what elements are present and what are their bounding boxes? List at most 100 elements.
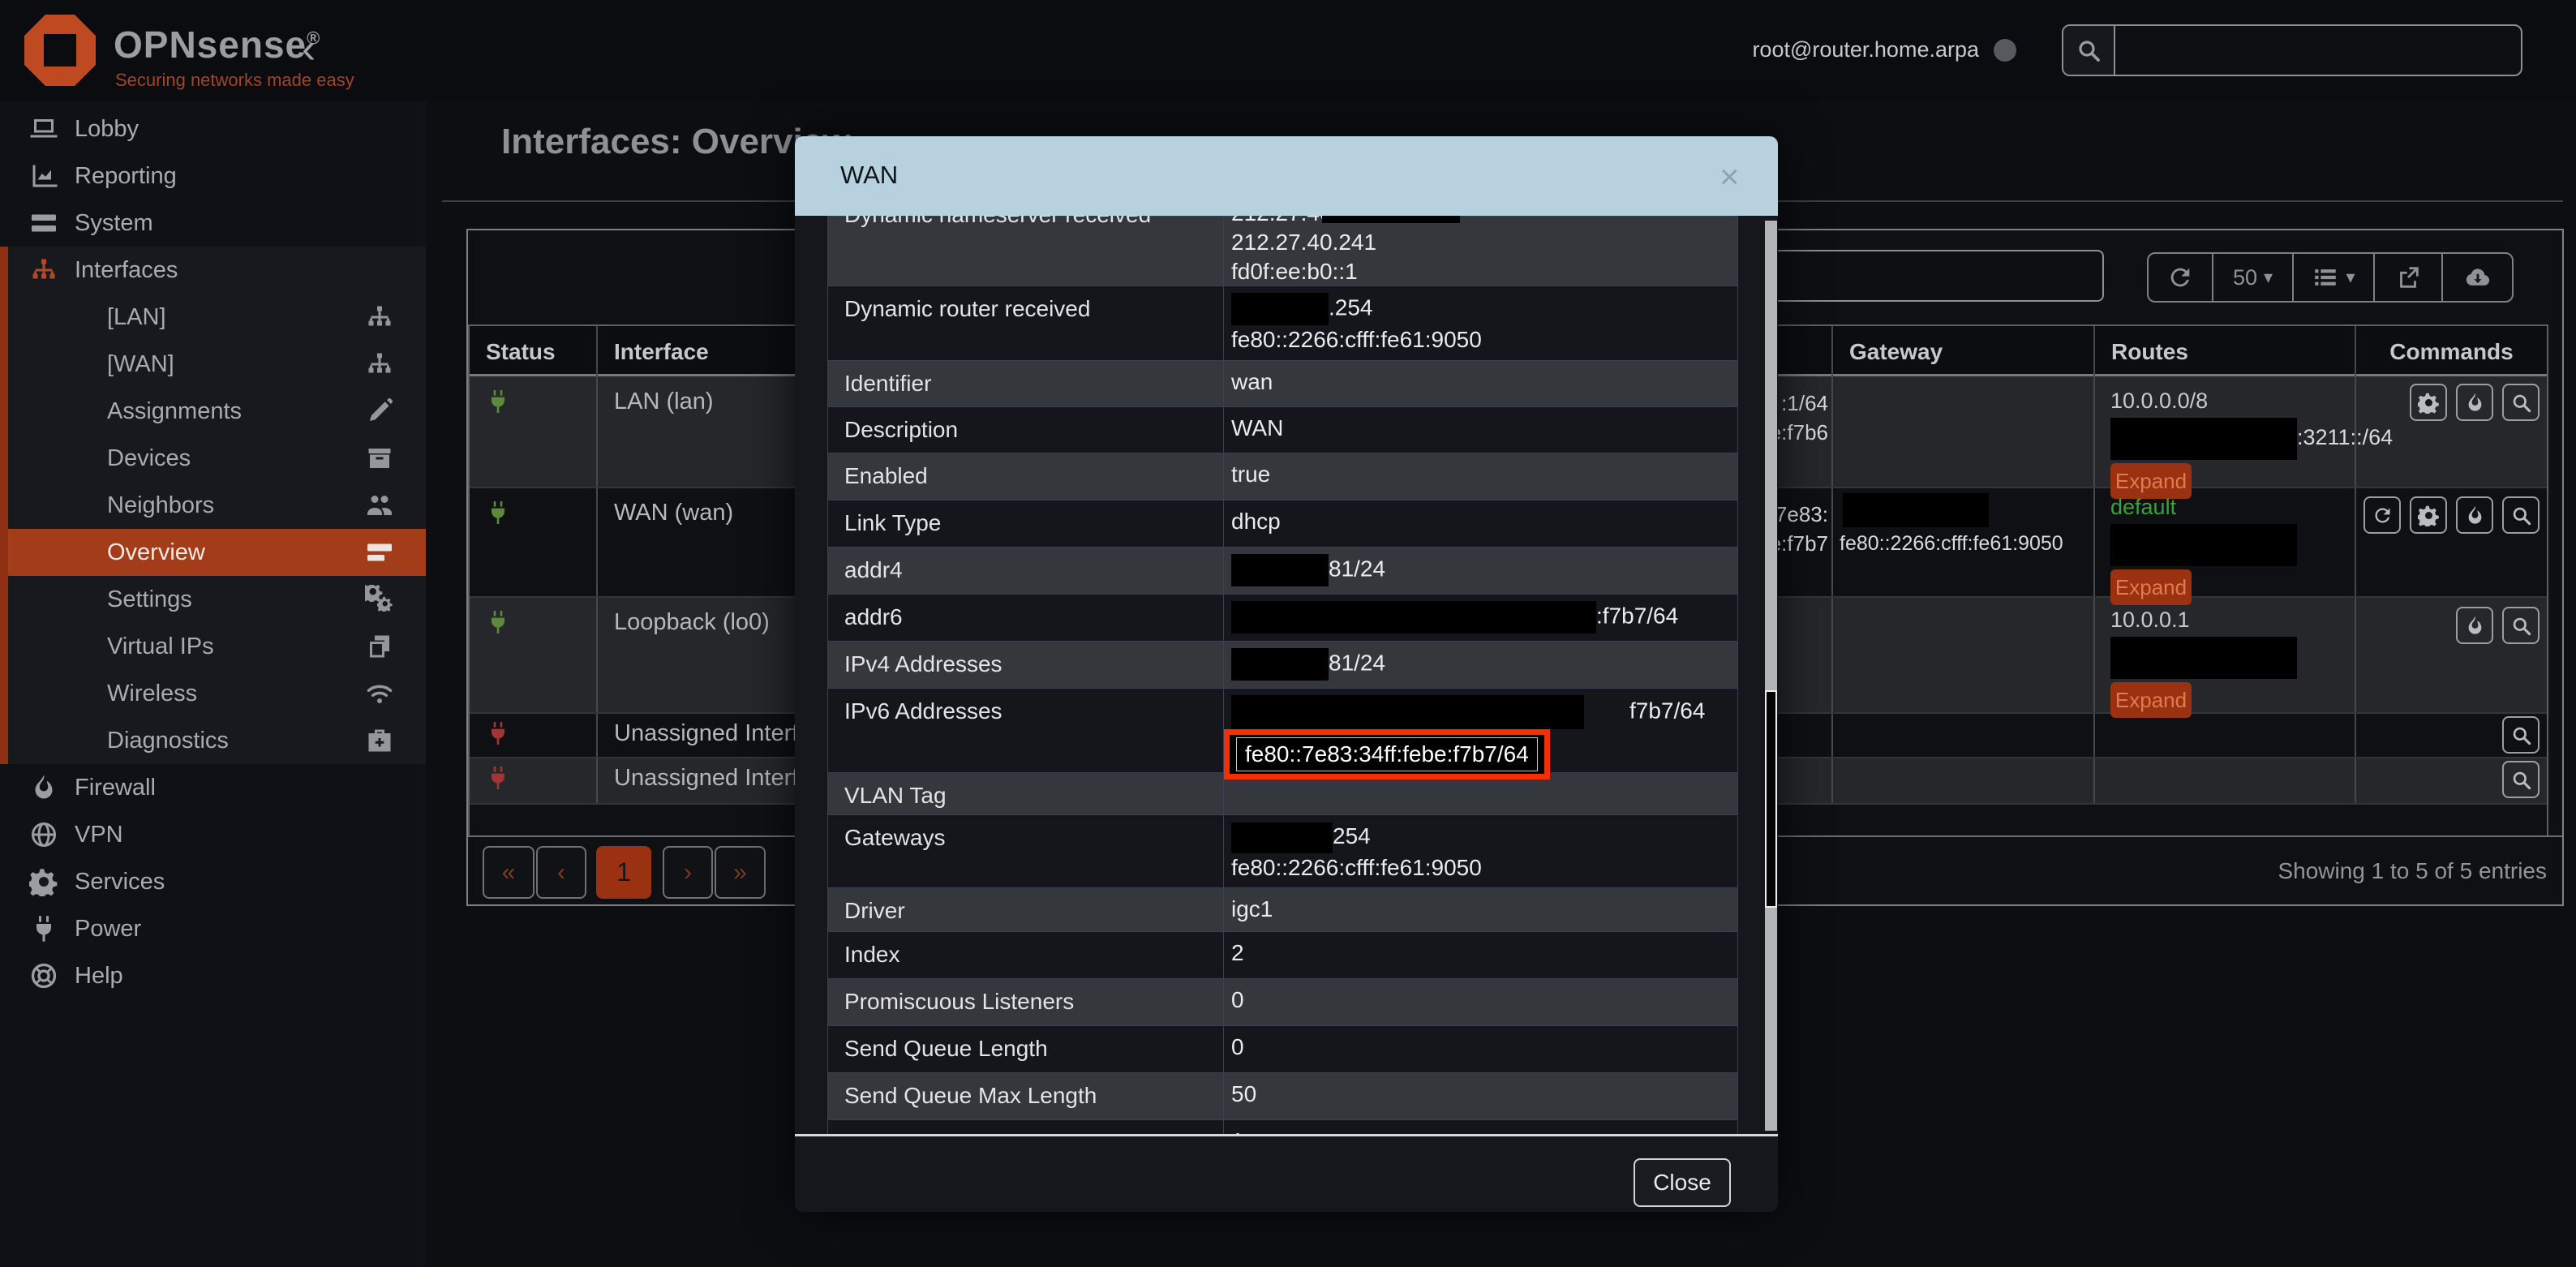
gateway-address: fe80::2266:cfff:fe61:9050 xyxy=(1840,532,2063,556)
routes-cell: 10.0.0.0/8 :3211::/64 Expand xyxy=(2110,387,2393,499)
sidebar-item-devices[interactable]: Devices xyxy=(0,435,426,482)
sidebar-item-virtual-ips[interactable]: Virtual IPs xyxy=(0,623,426,670)
sidebar: Lobby Reporting System Interfaces [LAN] … xyxy=(0,101,426,1267)
sidebar-item-lan[interactable]: [LAN] xyxy=(0,294,426,341)
sidebar-item-vpn[interactable]: VPN xyxy=(0,811,426,858)
plug-icon xyxy=(29,914,58,943)
page-1-button[interactable]: 1 xyxy=(596,846,651,899)
modal-scrollbar-thumb[interactable] xyxy=(1765,690,1777,908)
commands-cell xyxy=(2456,607,2540,644)
details-button[interactable] xyxy=(2502,384,2540,421)
status-up-icon xyxy=(485,609,511,635)
modal-scrollbar-track[interactable] xyxy=(1765,221,1777,1131)
sidebar-item-interfaces[interactable]: Interfaces xyxy=(0,247,426,294)
list-icon xyxy=(2312,264,2339,291)
firewall-rules-button[interactable] xyxy=(2456,384,2493,421)
search-icon xyxy=(2510,392,2532,414)
status-up-icon xyxy=(485,500,511,526)
chart-icon xyxy=(29,161,58,191)
columns-dropdown[interactable]: ▾ xyxy=(2294,254,2375,301)
export-button[interactable] xyxy=(2375,254,2443,301)
table-row: Driver igc1 xyxy=(828,888,1737,932)
sidebar-item-neighbors[interactable]: Neighbors xyxy=(0,482,426,529)
sidebar-item-system[interactable]: System xyxy=(0,200,426,247)
details-button[interactable] xyxy=(2502,496,2540,534)
expand-routes-button[interactable]: Expand xyxy=(2110,569,2192,605)
expand-routes-button[interactable]: Expand xyxy=(2110,682,2192,718)
firewall-rules-button[interactable] xyxy=(2456,607,2493,644)
sidebar-item-reporting[interactable]: Reporting xyxy=(0,152,426,200)
table-row: Send Queue Drops 1 xyxy=(828,1120,1737,1134)
close-icon[interactable]: × xyxy=(1719,157,1740,196)
sidebar-item-settings[interactable]: Settings xyxy=(0,576,426,623)
copy-icon xyxy=(365,632,394,661)
gear-icon xyxy=(2418,392,2440,414)
search-icon xyxy=(2063,26,2115,75)
sidebar-item-overview[interactable]: Overview xyxy=(8,529,426,576)
global-search-input[interactable] xyxy=(2120,29,2513,73)
status-down-icon xyxy=(485,765,511,791)
page-size-dropdown[interactable]: 50▾ xyxy=(2213,254,2294,301)
sidebar-item-help[interactable]: Help xyxy=(0,952,426,999)
sidebar-item-wireless[interactable]: Wireless xyxy=(0,670,426,717)
highlighted-ipv6-box: fe80::7e83:34ff:febe:f7b7/64 xyxy=(1224,729,1550,780)
gear-icon xyxy=(2418,505,2440,526)
page-first-button[interactable]: « xyxy=(483,846,535,899)
commands-cell xyxy=(2502,761,2540,798)
redacted-value xyxy=(1843,493,1989,527)
sidebar-item-firewall[interactable]: Firewall xyxy=(0,764,426,811)
refresh-button[interactable] xyxy=(2149,254,2213,301)
table-row: Index 2 xyxy=(828,932,1737,979)
server-icon xyxy=(29,208,58,238)
sidebar-item-services[interactable]: Services xyxy=(0,858,426,905)
redacted-value xyxy=(1231,601,1596,634)
interface-settings-button[interactable] xyxy=(2410,496,2447,534)
chevron-down-icon: ▾ xyxy=(2264,267,2273,288)
status-up-icon xyxy=(485,389,511,414)
search-icon xyxy=(2510,769,2532,791)
globe-icon xyxy=(29,820,58,849)
topbar: OPNsense® Securing networks made easy ‹ … xyxy=(0,0,2576,101)
firewall-rules-button[interactable] xyxy=(2456,496,2493,534)
showing-entries-text: Showing 1 to 5 of 5 entries xyxy=(2028,858,2547,884)
table-row: Enabled true xyxy=(828,453,1737,500)
details-button[interactable] xyxy=(2502,716,2540,754)
commands-cell xyxy=(2410,384,2540,421)
brand-tagline: Securing networks made easy xyxy=(115,70,354,91)
redacted-value xyxy=(2110,637,2297,679)
page-next-button[interactable]: › xyxy=(663,846,713,899)
sidebar-item-power[interactable]: Power xyxy=(0,905,426,952)
redacted-value xyxy=(2110,524,2297,566)
details-button[interactable] xyxy=(2502,607,2540,644)
user-status-dot xyxy=(1994,39,2016,62)
interface-details-table: Dynamic nameserver received 212.27.40.24… xyxy=(827,216,1738,1134)
redacted-value xyxy=(1231,648,1329,681)
sitemap-icon xyxy=(365,303,394,332)
route-entry: :3211::/64 xyxy=(2297,425,2393,449)
sidebar-item-lobby[interactable]: Lobby xyxy=(0,105,426,152)
download-button[interactable] xyxy=(2443,254,2512,301)
table-row: Send Queue Length 0 xyxy=(828,1026,1737,1073)
sitemap-icon xyxy=(29,256,58,285)
interface-settings-button[interactable] xyxy=(2410,384,2447,421)
share-icon xyxy=(2394,264,2422,291)
close-button[interactable]: Close xyxy=(1634,1158,1731,1207)
routes-cell: 10.0.0.1 Expand xyxy=(2110,606,2297,718)
details-button[interactable] xyxy=(2502,761,2540,798)
gear-icon xyxy=(29,867,58,896)
sidebar-item-diagnostics[interactable]: Diagnostics xyxy=(0,717,426,764)
page-last-button[interactable]: » xyxy=(715,846,766,899)
modal-header: WAN × xyxy=(795,136,1778,216)
table-row: Gateways 254 fe80::2266:cfff:fe61:9050 xyxy=(828,815,1737,888)
reload-interface-button[interactable] xyxy=(2363,496,2401,534)
hdd-icon xyxy=(365,538,394,567)
sidebar-item-assignments[interactable]: Assignments xyxy=(0,388,426,435)
table-row: Dynamic router received .254 fe80::2266:… xyxy=(828,286,1737,361)
redacted-value xyxy=(1322,216,1460,223)
users-icon xyxy=(365,491,394,520)
table-row: addr4 81/24 xyxy=(828,548,1737,595)
sidebar-collapse-button[interactable]: ‹ xyxy=(302,24,316,73)
sidebar-item-wan[interactable]: [WAN] xyxy=(0,341,426,388)
page-prev-button[interactable]: ‹ xyxy=(536,846,586,899)
opnsense-logo-icon xyxy=(21,11,99,89)
